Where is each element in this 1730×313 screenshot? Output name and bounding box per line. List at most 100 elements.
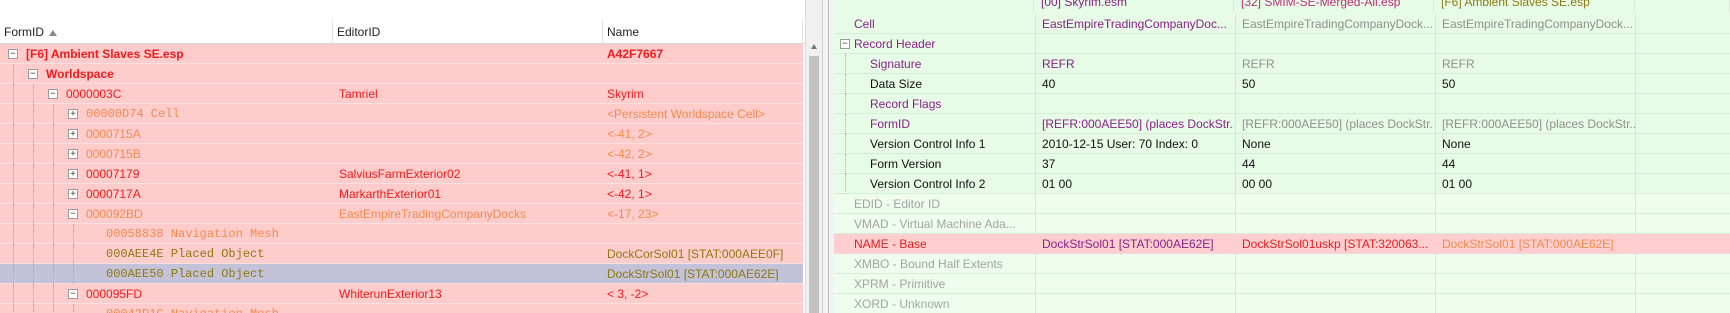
collapse-icon[interactable]: − [8, 49, 18, 59]
record-field-value[interactable]: 50 [1235, 74, 1434, 94]
record-field-row[interactable]: Record Flags [834, 94, 1730, 114]
record-field-row[interactable]: Version Control Info 2 01 00 00 00 01 00 [834, 174, 1730, 194]
record-field-row[interactable]: FormID [REFR:000AEE50] (places DockStr...… [834, 114, 1730, 134]
record-field-row[interactable]: Version Control Info 1 2010-12-15 User: 7… [834, 134, 1730, 154]
record-field-value[interactable] [1635, 234, 1730, 254]
record-field-value[interactable]: None [1435, 134, 1635, 154]
record-field-row[interactable]: − Record Header [834, 34, 1730, 54]
record-field-value[interactable]: 44 [1235, 154, 1434, 174]
column-header-editorid[interactable]: EditorID [333, 20, 603, 44]
collapse-icon[interactable]: − [68, 209, 78, 219]
record-field-value[interactable] [1435, 274, 1635, 294]
record-field-value[interactable]: EastEmpireTradingCompanyDock... [1435, 14, 1635, 34]
record-field-value[interactable] [1435, 34, 1635, 54]
tree-row[interactable]: −000092BD EastEmpireTradingCompanyDocks <-… [0, 204, 803, 224]
record-field-value[interactable] [1635, 274, 1730, 294]
record-field-value[interactable]: 00 00 [1235, 174, 1434, 194]
record-field-value[interactable] [1635, 154, 1730, 174]
tree-row[interactable]: 000AEE50 Placed Object DockStrSol01 [STAT… [0, 264, 803, 284]
record-field-value[interactable] [1635, 214, 1730, 234]
record-field-value[interactable] [1235, 94, 1434, 114]
record-field-value[interactable] [1035, 214, 1234, 234]
record-field-value[interactable] [1635, 34, 1730, 54]
plugin-column-header[interactable]: [32] SMIM-SE-Merged-All.esp [1235, 0, 1434, 12]
record-field-value[interactable]: 40 [1035, 74, 1234, 94]
record-field-value[interactable] [1035, 194, 1234, 214]
record-field-value[interactable] [1435, 254, 1635, 274]
record-field-value[interactable] [1035, 274, 1234, 294]
scroll-up-arrow-icon[interactable] [811, 44, 817, 49]
tree-row[interactable]: − Worldspace [0, 64, 803, 84]
record-field-value[interactable] [1635, 254, 1730, 274]
plugin-column-header[interactable] [1635, 0, 1730, 12]
expand-icon[interactable]: + [68, 189, 78, 199]
record-field-value[interactable]: 01 00 [1435, 174, 1635, 194]
record-field-value[interactable] [1635, 74, 1730, 94]
record-field-value[interactable] [1235, 214, 1434, 234]
record-field-row[interactable]: EDID - Editor ID [834, 194, 1730, 214]
record-field-value[interactable] [1635, 134, 1730, 154]
record-field-row[interactable]: XORD - Unknown [834, 294, 1730, 313]
record-field-value[interactable] [1235, 254, 1434, 274]
record-field-value[interactable]: None [1235, 134, 1434, 154]
column-header-name[interactable]: Name [603, 20, 803, 44]
expand-icon[interactable]: + [68, 169, 78, 179]
collapse-icon[interactable]: − [68, 289, 78, 299]
record-field-value[interactable]: REFR [1235, 54, 1434, 74]
record-field-row[interactable]: Data Size 40 50 50 [834, 74, 1730, 94]
tree-row[interactable]: − [F6] Ambient Slaves SE.esp A42F7667 [0, 44, 803, 64]
plugin-column-header[interactable]: [F6] Ambient Slaves SE.esp [1435, 0, 1635, 12]
tree-row[interactable]: −000095FD WhiterunExterior13 < 3, -2> [0, 284, 803, 304]
record-field-value[interactable]: DockStrSol01 [STAT:000AE62E] [1435, 234, 1635, 254]
tree-vertical-scrollbar[interactable] [805, 0, 822, 313]
pane-splitter[interactable] [822, 0, 834, 313]
record-field-row[interactable]: XPRM - Primitive [834, 274, 1730, 294]
record-field-row[interactable]: XMBO - Bound Half Extents [834, 254, 1730, 274]
record-field-value[interactable] [1635, 114, 1730, 134]
record-field-value[interactable] [1435, 214, 1635, 234]
tree-row[interactable]: +0000717A MarkarthExterior01 <-42, 1> [0, 184, 803, 204]
record-field-row[interactable]: VMAD - Virtual Machine Ada... [834, 214, 1730, 234]
record-field-value[interactable] [1035, 94, 1234, 114]
collapse-icon[interactable]: − [28, 69, 38, 79]
tree-row[interactable]: +00007179 SalviusFarmExterior02 <-41, 1> [0, 164, 803, 184]
record-field-value[interactable] [1635, 54, 1730, 74]
tree-row[interactable]: +00000D74 Cell <Persistent Worldspace Cel… [0, 104, 803, 124]
plugin-column-header[interactable]: [00] Skyrim.esm [1035, 0, 1234, 12]
record-field-value[interactable] [1435, 94, 1635, 114]
expand-icon[interactable]: + [68, 149, 78, 159]
record-field-value[interactable]: 44 [1435, 154, 1635, 174]
record-field-value[interactable] [1235, 34, 1434, 54]
record-field-value[interactable] [1635, 194, 1730, 214]
tree-row[interactable]: +0000715B <-42, 2> [0, 144, 803, 164]
record-field-value[interactable] [1035, 254, 1234, 274]
record-field-value[interactable]: [REFR:000AEE50] (places DockStr... [1035, 114, 1234, 134]
record-field-value[interactable] [1235, 294, 1434, 313]
record-field-value[interactable] [1035, 34, 1234, 54]
record-field-value[interactable] [1435, 294, 1635, 313]
record-field-value[interactable]: REFR [1035, 54, 1234, 74]
record-field-row[interactable]: Cell EastEmpireTradingCompanyDoc... EastEm… [834, 14, 1730, 34]
record-field-value[interactable]: 2010-12-15 User: 70 Index: 0 [1035, 134, 1234, 154]
record-view-header-label-column[interactable] [834, 0, 1034, 12]
tree-row[interactable]: 000AEE4E Placed Object DockCorSol01 [STAT… [0, 244, 803, 264]
record-field-value[interactable] [1635, 14, 1730, 34]
expand-icon[interactable]: + [68, 109, 78, 119]
collapse-icon[interactable]: − [48, 89, 58, 99]
record-field-value[interactable]: DockStrSol01uskp [STAT:320063... [1235, 234, 1434, 254]
tree-row[interactable]: 00058838 Navigation Mesh [0, 224, 803, 244]
record-field-value[interactable]: DockStrSol01 [STAT:000AE62E] [1035, 234, 1234, 254]
record-field-value[interactable] [1235, 194, 1434, 214]
record-field-value[interactable]: [REFR:000AEE50] (places DockStr... [1435, 114, 1635, 134]
record-field-row[interactable]: Form Version 37 44 44 [834, 154, 1730, 174]
record-field-value[interactable]: EastEmpireTradingCompanyDoc... [1035, 14, 1234, 34]
record-field-value[interactable]: 50 [1435, 74, 1635, 94]
tree-scrollbar-thumb[interactable] [809, 56, 819, 313]
record-field-value[interactable] [1635, 94, 1730, 114]
record-field-row[interactable]: NAME - Base DockStrSol01 [STAT:000AE62E] D… [834, 234, 1730, 254]
expand-icon[interactable]: + [68, 129, 78, 139]
record-field-value[interactable]: REFR [1435, 54, 1635, 74]
record-field-value[interactable]: [REFR:000AEE50] (places DockStr... [1235, 114, 1434, 134]
record-field-value[interactable] [1035, 294, 1234, 313]
record-field-value[interactable] [1435, 194, 1635, 214]
